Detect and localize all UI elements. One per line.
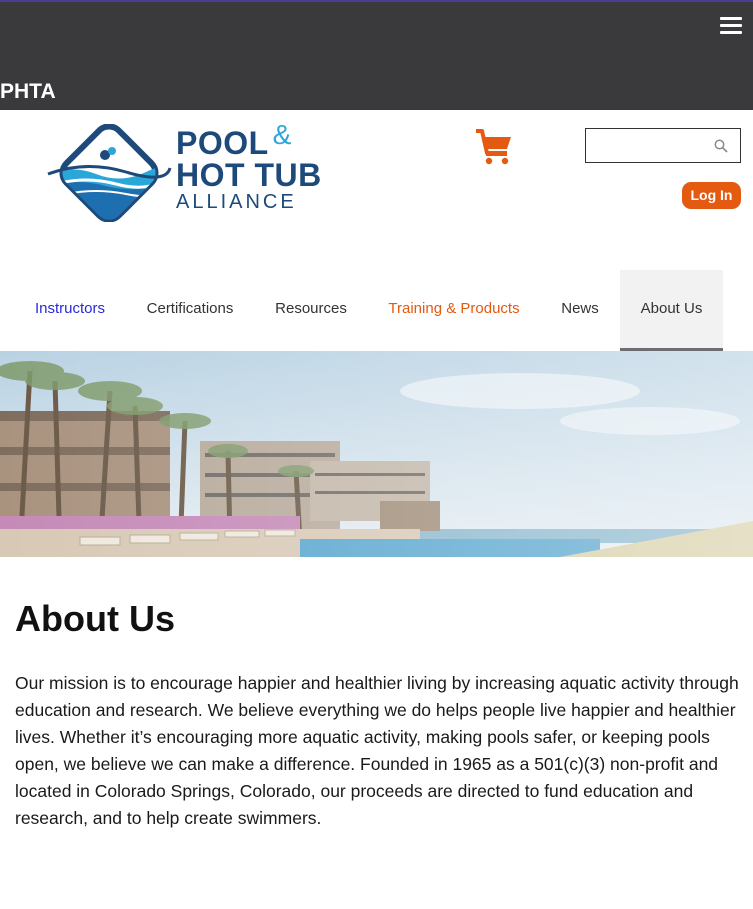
- nav-item-instructors[interactable]: Instructors: [14, 270, 126, 351]
- logo-text-hot-tub: HOT TUB: [176, 157, 322, 193]
- nav-item-news[interactable]: News: [544, 270, 616, 351]
- logo-ampersand: &: [272, 119, 292, 150]
- main-nav: Instructors Certifications Resources Tra…: [0, 270, 753, 351]
- hero-resort-pool-image: [0, 351, 753, 557]
- nav-item-about-us[interactable]: About Us: [620, 270, 723, 351]
- logo-text-pool: POOL: [176, 125, 269, 161]
- search-input[interactable]: [592, 135, 708, 157]
- top-bar: PHTA: [0, 0, 753, 110]
- site-brand[interactable]: PHTA: [0, 80, 56, 104]
- page-title: About Us: [15, 598, 175, 639]
- top-accent-line: [0, 0, 753, 2]
- nav-item-resources[interactable]: Resources: [258, 270, 364, 351]
- about-body-text: Our mission is to encourage happier and …: [15, 673, 739, 828]
- pool-hot-tub-alliance-logo[interactable]: POOL & HOT TUB ALLIANCE: [46, 120, 336, 224]
- logo-emblem-icon: [47, 124, 172, 222]
- search-icon[interactable]: [714, 139, 728, 153]
- shopping-cart-icon[interactable]: [474, 127, 514, 167]
- search-box: [585, 128, 741, 163]
- nav-item-certifications[interactable]: Certifications: [130, 270, 250, 351]
- login-button[interactable]: Log In: [682, 182, 741, 209]
- nav-item-training-products[interactable]: Training & Products: [372, 270, 536, 351]
- hamburger-menu-icon[interactable]: [720, 17, 742, 35]
- about-content: About Us Our mission is to encourage hap…: [15, 598, 745, 832]
- logo-text-alliance: ALLIANCE: [176, 191, 297, 213]
